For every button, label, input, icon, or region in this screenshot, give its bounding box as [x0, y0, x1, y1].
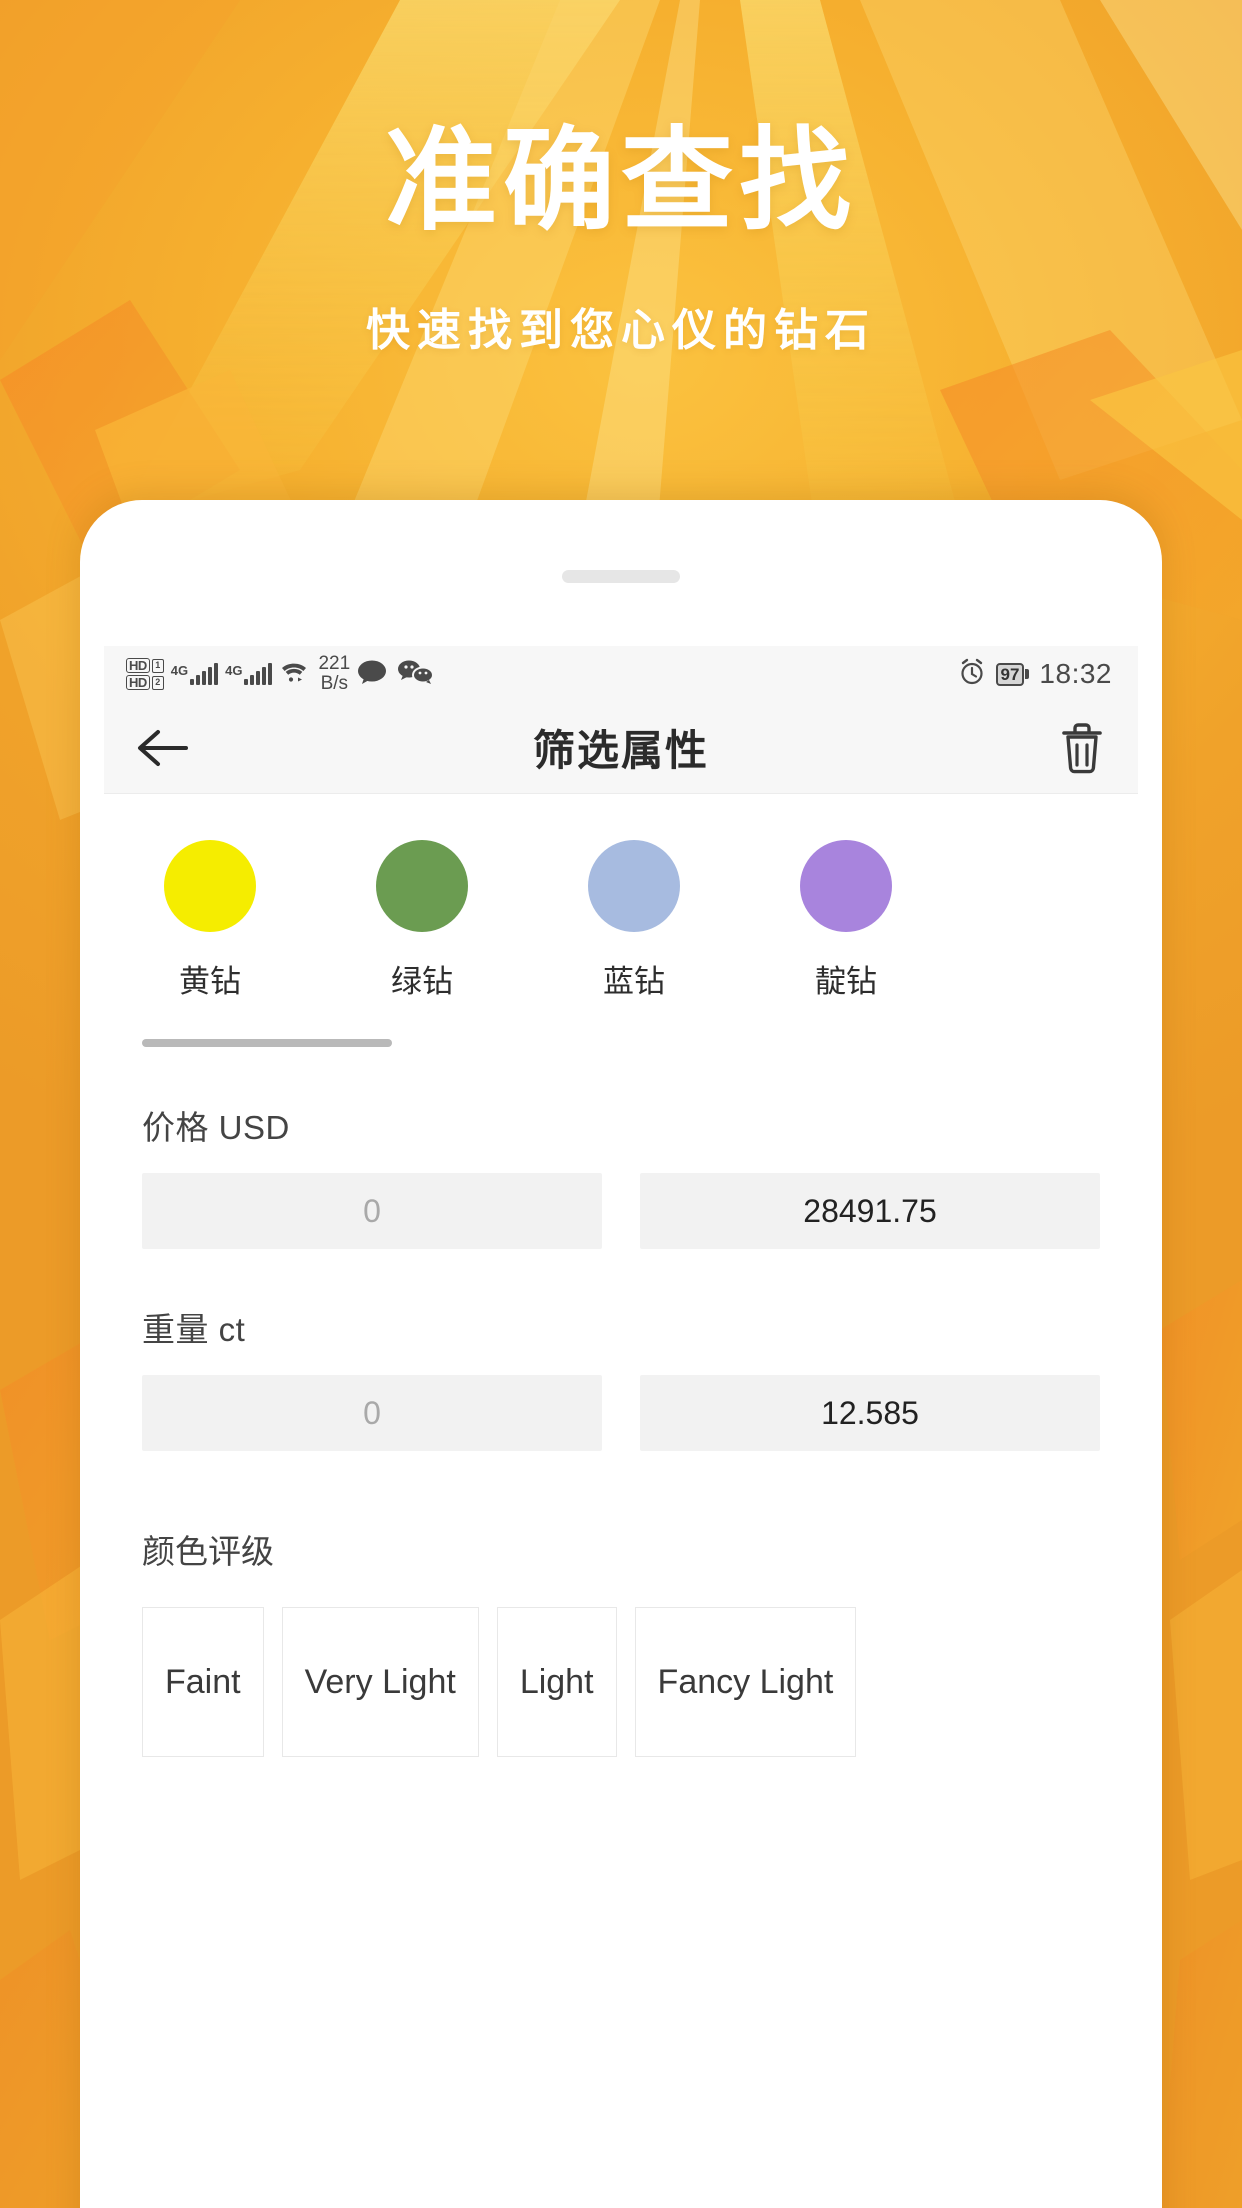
network-type-label-1: 4G [170, 663, 189, 678]
color-chip-blue[interactable]: 蓝钻 [528, 840, 740, 1001]
weight-section: 重量 ct [104, 1303, 1138, 1451]
status-bar-right: 97 18:32 [958, 658, 1113, 691]
signal-bars-icon-1 [190, 663, 219, 685]
color-chip-label: 绿钻 [391, 964, 453, 999]
signal-sim2: 4G [225, 663, 273, 685]
message-bubble-icon [357, 659, 389, 690]
horizontal-scroll-indicator[interactable] [142, 1039, 392, 1047]
sim1-badge-icon: 1 [151, 658, 164, 673]
color-chip-label: 蓝钻 [603, 964, 665, 999]
network-type-label-2: 4G [225, 663, 243, 678]
color-swatch-icon [164, 840, 256, 932]
price-max-input[interactable] [640, 1173, 1100, 1249]
color-grade-section: 颜色评级 Faint Very Light Light Fancy Light [104, 1525, 1138, 1757]
diamond-color-chips: 黄钻 绿钻 蓝钻 靛钻 [104, 794, 1138, 1001]
hd-sim2: HD 2 [126, 675, 164, 690]
promo-subheadline: 快速找到您心仪的钻石 [366, 306, 876, 355]
weight-min-input[interactable] [142, 1375, 602, 1451]
page-title: 筛选属性 [532, 727, 709, 774]
promo-screenshot: 准确查找 快速找到您心仪的钻石 HD 1 HD 2 4G 4G 221 B/s … [0, 0, 1242, 2208]
signal-sim1: 4G [170, 663, 219, 685]
price-label: 价格 USD [142, 1109, 290, 1146]
color-chip-yellow[interactable]: 黄钻 [104, 840, 316, 1001]
wifi-icon [279, 660, 309, 689]
color-chip-label: 靛钻 [815, 964, 877, 999]
trash-icon[interactable] [1056, 720, 1108, 776]
color-chip-indigo[interactable]: 靛钻 [740, 840, 952, 1001]
color-grade-label: 颜色评级 [142, 1533, 274, 1570]
volte-hd-indicators: HD 1 HD 2 [126, 658, 164, 690]
color-grade-option[interactable]: Very Light [281, 1607, 479, 1757]
color-chip-green[interactable]: 绿钻 [316, 840, 528, 1001]
price-section: 价格 USD [104, 1101, 1138, 1249]
signal-bars-icon-2 [244, 663, 273, 685]
color-grade-option[interactable]: Faint [142, 1607, 264, 1757]
hd-badge-icon: HD [126, 658, 150, 673]
price-min-input[interactable] [142, 1173, 602, 1249]
app-navbar: 筛选属性 [104, 702, 1138, 794]
phone-screen: HD 1 HD 2 4G 4G 221 B/s 97 18:32 筛选属性 黄钻… [104, 646, 1138, 2208]
weight-label: 重量 ct [142, 1311, 246, 1348]
phone-mockup: HD 1 HD 2 4G 4G 221 B/s 97 18:32 筛选属性 黄钻… [80, 500, 1162, 2208]
battery-icon: 97 [995, 662, 1030, 686]
color-grade-option[interactable]: Fancy Light [634, 1607, 857, 1757]
color-swatch-icon [588, 840, 680, 932]
color-swatch-icon [800, 840, 892, 932]
hd-sim1: HD 1 [126, 658, 164, 673]
promo-headline: 准确查找 [385, 118, 857, 243]
status-bar-left: HD 1 HD 2 4G 4G 221 B/s [126, 654, 436, 694]
color-grade-options: Faint Very Light Light Fancy Light [142, 1607, 1100, 1757]
status-bar: HD 1 HD 2 4G 4G 221 B/s 97 18:32 [104, 646, 1138, 702]
status-bar-clock: 18:32 [1039, 658, 1112, 689]
color-grade-option[interactable]: Light [496, 1607, 617, 1757]
network-speed: 221 B/s [318, 654, 350, 694]
back-arrow-icon[interactable] [134, 726, 192, 770]
weight-max-input[interactable] [640, 1375, 1100, 1451]
color-swatch-icon [376, 840, 468, 932]
hd-badge-icon-2: HD [126, 675, 150, 690]
wechat-icon [396, 659, 436, 690]
network-speed-unit: B/s [320, 673, 349, 694]
network-speed-value: 221 [318, 653, 351, 674]
battery-percent-label: 97 [995, 662, 1025, 686]
phone-speaker [562, 570, 680, 583]
weight-range-row [142, 1375, 1100, 1451]
sim2-badge-icon: 2 [151, 675, 164, 690]
alarm-clock-icon [958, 658, 986, 691]
color-chip-label: 黄钻 [179, 964, 241, 999]
battery-tip [1025, 669, 1030, 679]
price-range-row [142, 1173, 1100, 1249]
